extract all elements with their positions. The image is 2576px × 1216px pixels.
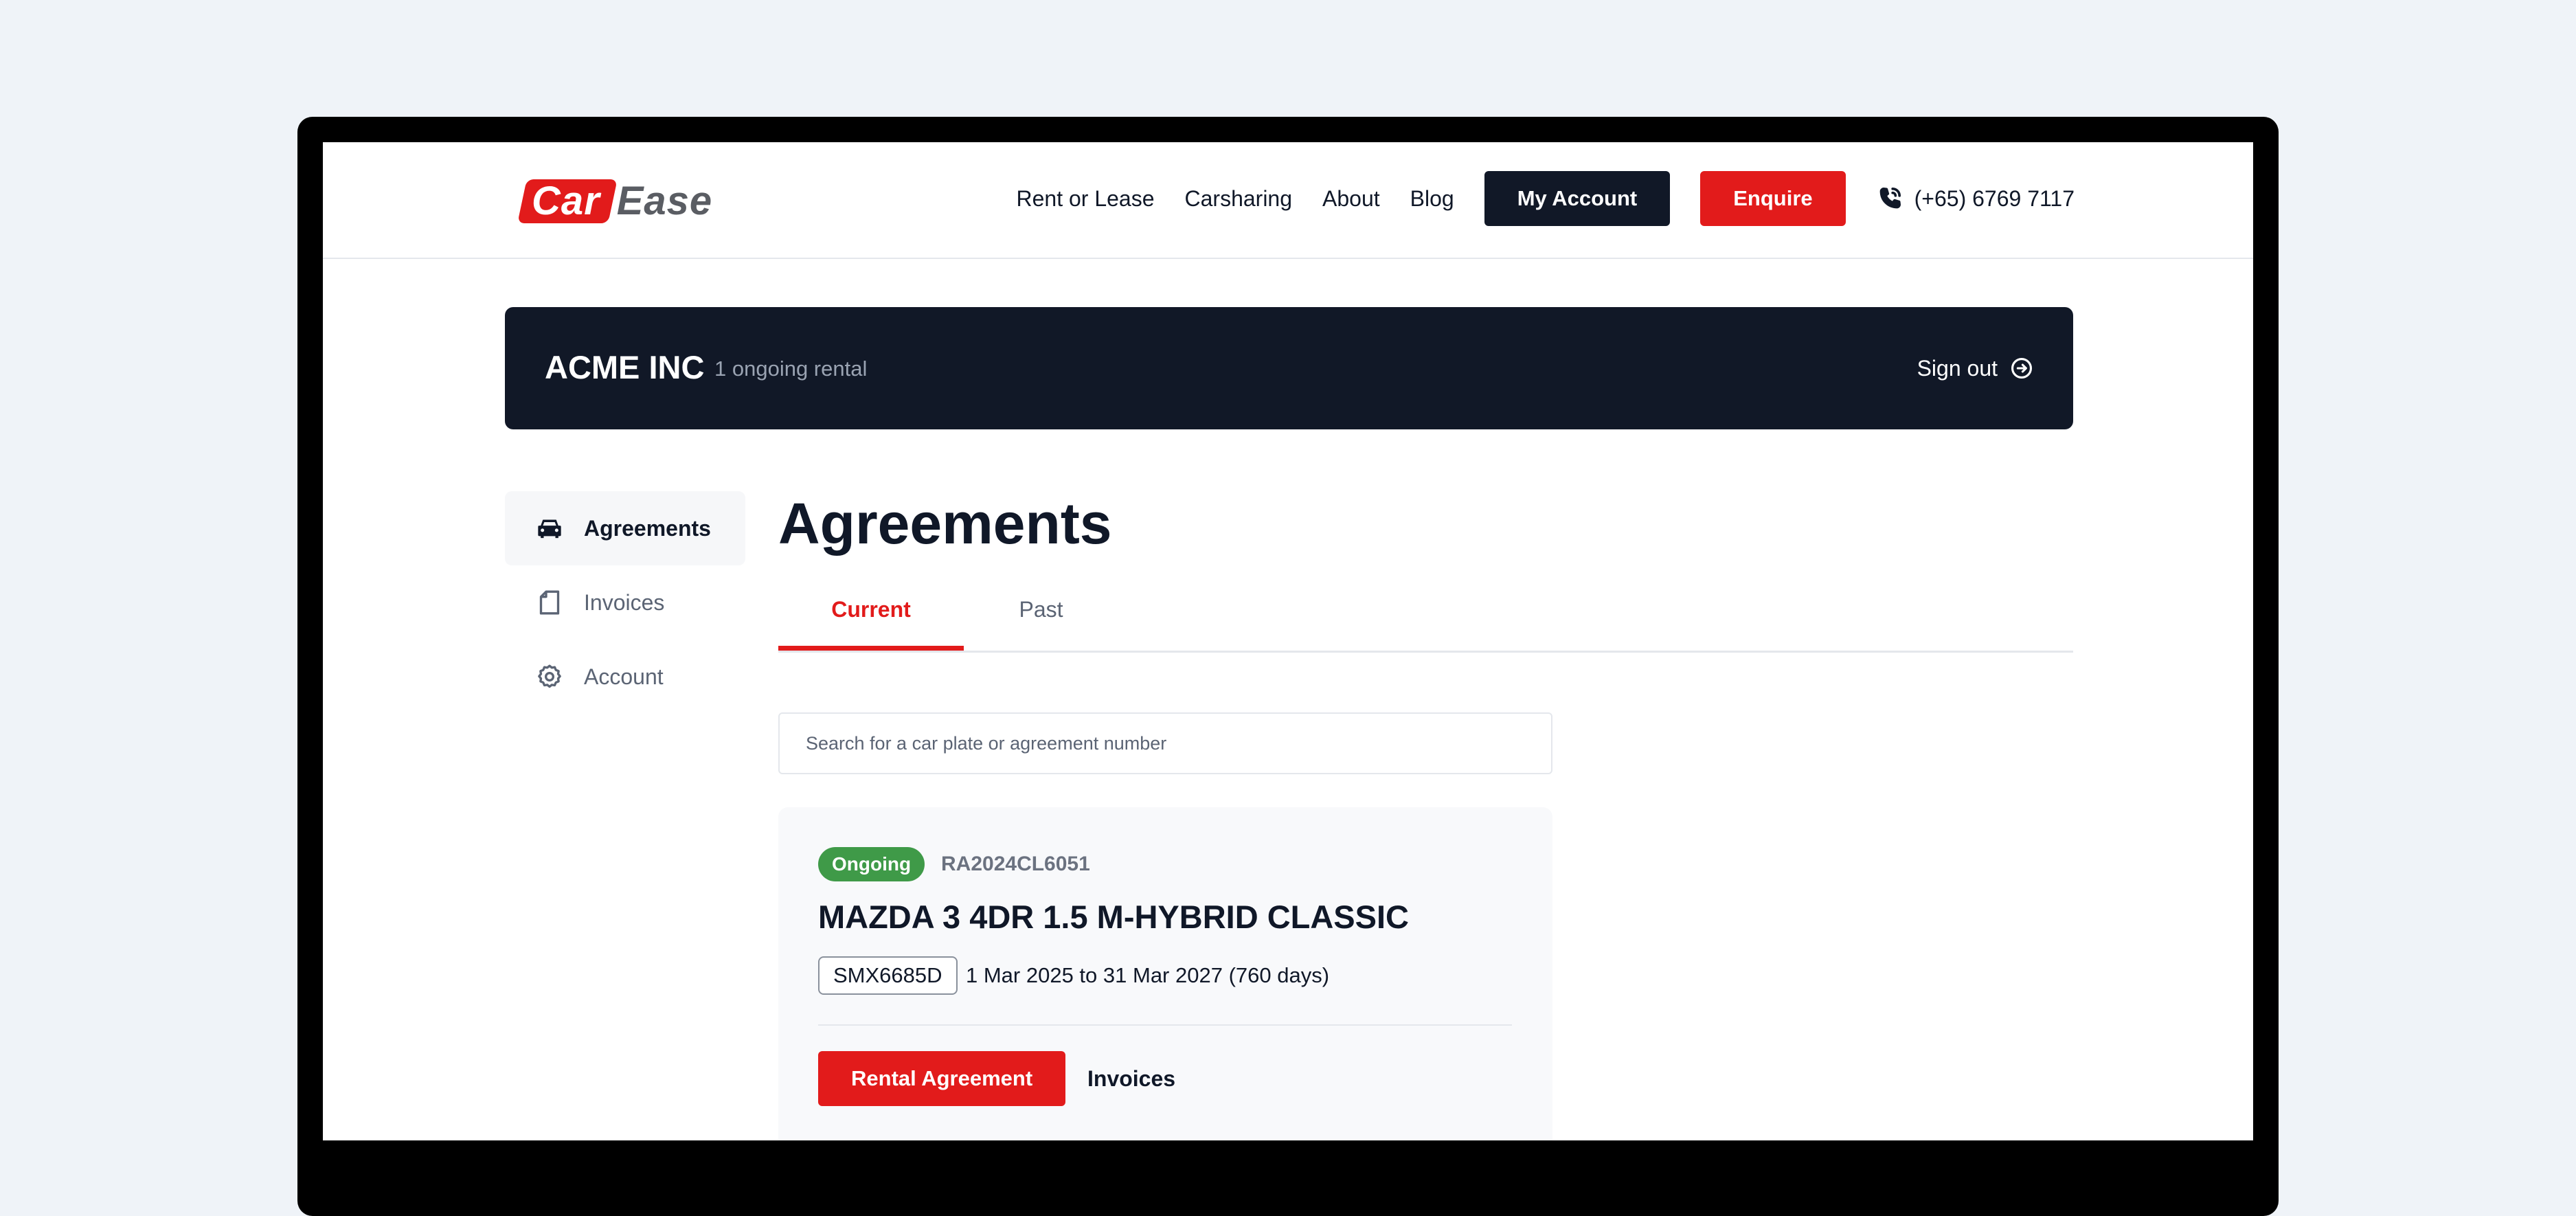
car-icon — [538, 519, 561, 539]
site-header: Car Ease Rent or Lease Carsharing About … — [323, 142, 2253, 259]
nav-rent-or-lease[interactable]: Rent or Lease — [1016, 186, 1154, 212]
agreement-tabs: Current Past — [778, 596, 2073, 653]
rental-count: 1 ongoing rental — [714, 357, 868, 381]
main-nav: Rent or Lease Carsharing About Blog My A… — [1016, 171, 2075, 226]
sidebar-item-label: Invoices — [584, 589, 665, 615]
status-badge: Ongoing — [818, 847, 925, 881]
browser-viewport: Car Ease Rent or Lease Carsharing About … — [323, 142, 2253, 1140]
sidebar-item-label: Agreements — [584, 515, 711, 541]
company-name: ACME INC — [545, 349, 705, 385]
careease-logo[interactable]: Car Ease — [517, 178, 713, 225]
nav-blog[interactable]: Blog — [1410, 186, 1454, 212]
invoices-link[interactable]: Invoices — [1087, 1065, 1175, 1092]
phone-icon — [1879, 188, 1901, 209]
sign-out-label: Sign out — [1917, 355, 1998, 381]
gear-icon — [538, 664, 561, 688]
agreement-card: Ongoing RA2024CL6051 MAZDA 3 4DR 1.5 M-H… — [778, 807, 1552, 1140]
enquire-button[interactable]: Enquire — [1700, 171, 1846, 226]
agreement-number: RA2024CL6051 — [941, 853, 1090, 875]
logo-car-text: Car — [532, 179, 600, 223]
nav-about[interactable]: About — [1322, 186, 1380, 212]
sidebar-item-invoices[interactable]: Invoices — [505, 565, 745, 640]
my-account-button[interactable]: My Account — [1484, 171, 1671, 226]
sidebar-item-account[interactable]: Account — [505, 640, 745, 714]
phone-number: (+65) 6769 7117 — [1914, 185, 2075, 211]
rental-agreement-button[interactable]: Rental Agreement — [818, 1051, 1066, 1106]
account-sidebar: Agreements Invoices Account — [505, 491, 745, 714]
logo-car-mark: Car — [517, 179, 618, 223]
page-title: Agreements — [778, 491, 1112, 556]
account-banner: ACME INC 1 ongoing rental Sign out — [505, 307, 2073, 429]
arrow-circle-right-icon — [2011, 357, 2033, 379]
logo-ease-text: Ease — [616, 179, 713, 223]
plate-number: SMX6685D — [818, 956, 958, 995]
rental-period: 1 Mar 2025 to 31 Mar 2027 (760 days) — [966, 963, 1330, 987]
sidebar-item-agreements[interactable]: Agreements — [505, 491, 745, 565]
phone-link[interactable]: (+65) 6769 7117 — [1876, 185, 2075, 212]
nav-carsharing[interactable]: Carsharing — [1185, 186, 1293, 212]
sign-out-button[interactable]: Sign out — [1917, 352, 2033, 384]
search-input[interactable] — [778, 712, 1552, 774]
tab-past[interactable]: Past — [964, 596, 1118, 651]
sidebar-item-label: Account — [584, 664, 664, 689]
car-model: MAZDA 3 4DR 1.5 M-HYBRID CLASSIC — [818, 899, 1409, 935]
document-icon — [539, 590, 560, 615]
tab-current[interactable]: Current — [778, 596, 964, 651]
card-divider — [818, 1024, 1512, 1026]
